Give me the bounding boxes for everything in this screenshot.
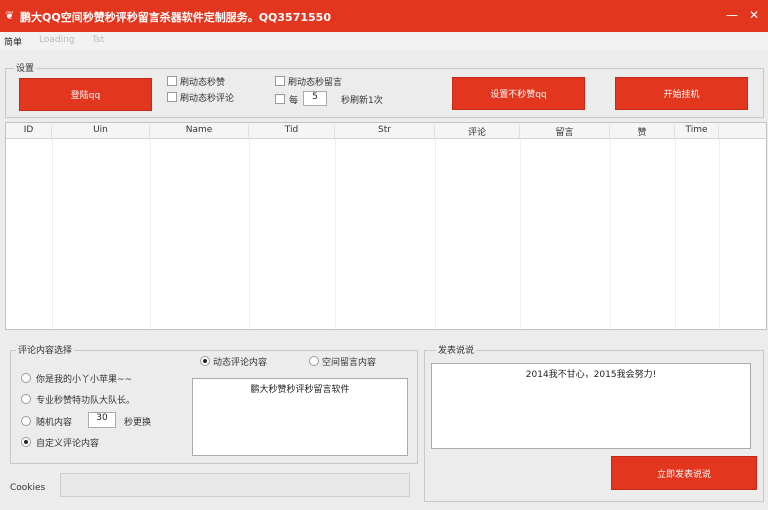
col-name[interactable]: Name: [150, 125, 249, 139]
grid-line: [52, 139, 53, 329]
comment-legend: 评论内容选择: [16, 343, 75, 356]
publish-legend: 发表说说: [436, 343, 477, 356]
grid-line: [719, 139, 720, 329]
start-button[interactable]: 开始挂机: [615, 77, 748, 110]
menu-bar: 简单 Loading Tst: [0, 32, 768, 50]
option-label-1: 你是我的小丫小苹果~~: [36, 375, 133, 385]
col-str[interactable]: Str: [335, 125, 435, 139]
refresh-checkbox[interactable]: [275, 94, 285, 104]
grid-line: [610, 139, 611, 329]
auto-comment-checkbox[interactable]: [167, 92, 177, 102]
col-uin[interactable]: Uin: [52, 125, 150, 139]
publish-content-textarea[interactable]: 2014我不甘心，2015我会努力!: [431, 363, 751, 449]
every-label: 每: [289, 96, 299, 106]
settings-legend: 设置: [14, 61, 37, 74]
col-time[interactable]: Time: [675, 125, 719, 139]
grid-line: [150, 139, 151, 329]
dynamic-comment-radio[interactable]: [200, 356, 210, 366]
col-like[interactable]: 赞: [610, 125, 675, 139]
menu-item-tst[interactable]: Tst: [92, 35, 104, 45]
grid-line: [520, 139, 521, 329]
auto-message-label: 刷动态秒留言: [288, 78, 343, 88]
publish-now-button[interactable]: 立即发表说说: [611, 456, 757, 490]
login-qq-button[interactable]: 登陆qq: [19, 78, 152, 111]
auto-like-label: 刷动态秒赞: [180, 78, 226, 88]
col-message[interactable]: 留言: [520, 125, 610, 139]
interval-input[interactable]: 5: [303, 91, 327, 106]
set-no-like-button[interactable]: 设置不秒赞qq: [452, 77, 585, 110]
col-comment[interactable]: 评论: [435, 125, 520, 139]
app-icon: ❦: [5, 9, 15, 22]
close-button[interactable]: ✕: [746, 6, 762, 24]
random-seconds-input[interactable]: 30: [88, 412, 116, 428]
option-radio-random[interactable]: [21, 416, 31, 426]
menu-item-simple[interactable]: 简单: [4, 35, 22, 48]
dynamic-comment-label: 动态评论内容: [213, 358, 268, 368]
space-message-label: 空间留言内容: [322, 358, 377, 368]
option-radio-1[interactable]: [21, 373, 31, 383]
menu-item-loading[interactable]: Loading: [39, 35, 75, 45]
option-radio-2[interactable]: [21, 394, 31, 404]
interval-suffix: 秒刷新1次: [341, 96, 383, 106]
grid-line: [675, 139, 676, 329]
title-bar: ❦ 鹏大QQ空间秒赞秒评秒留言杀器软件定制服务。QQ3571550 — ✕: [0, 0, 768, 32]
space-message-radio[interactable]: [309, 356, 319, 366]
grid-line: [249, 139, 250, 329]
table-header: ID Uin Name Tid Str 评论 留言 赞 Time: [6, 123, 766, 139]
option-label-custom: 自定义评论内容: [36, 439, 100, 449]
grid-line: [435, 139, 436, 329]
minimize-button[interactable]: —: [724, 6, 740, 24]
grid-line: [335, 139, 336, 329]
auto-message-checkbox[interactable]: [275, 76, 285, 86]
cookies-input[interactable]: [60, 473, 410, 497]
option-label-random: 随机内容: [36, 418, 73, 428]
random-suffix: 秒更换: [124, 418, 152, 428]
feed-table[interactable]: ID Uin Name Tid Str 评论 留言 赞 Time: [5, 122, 767, 330]
auto-comment-label: 刷动态秒评论: [180, 94, 235, 104]
comment-content-textarea[interactable]: 鹏大秒赞秒评秒留言软件: [192, 378, 408, 456]
option-radio-custom[interactable]: [21, 437, 31, 447]
window-title: 鹏大QQ空间秒赞秒评秒留言杀器软件定制服务。QQ3571550: [20, 11, 331, 24]
option-label-2: 专业秒赞特功队大队长。: [36, 396, 136, 406]
cookies-label: Cookies: [10, 483, 46, 493]
auto-like-checkbox[interactable]: [167, 76, 177, 86]
col-tid[interactable]: Tid: [249, 125, 335, 139]
col-id[interactable]: ID: [6, 125, 52, 139]
